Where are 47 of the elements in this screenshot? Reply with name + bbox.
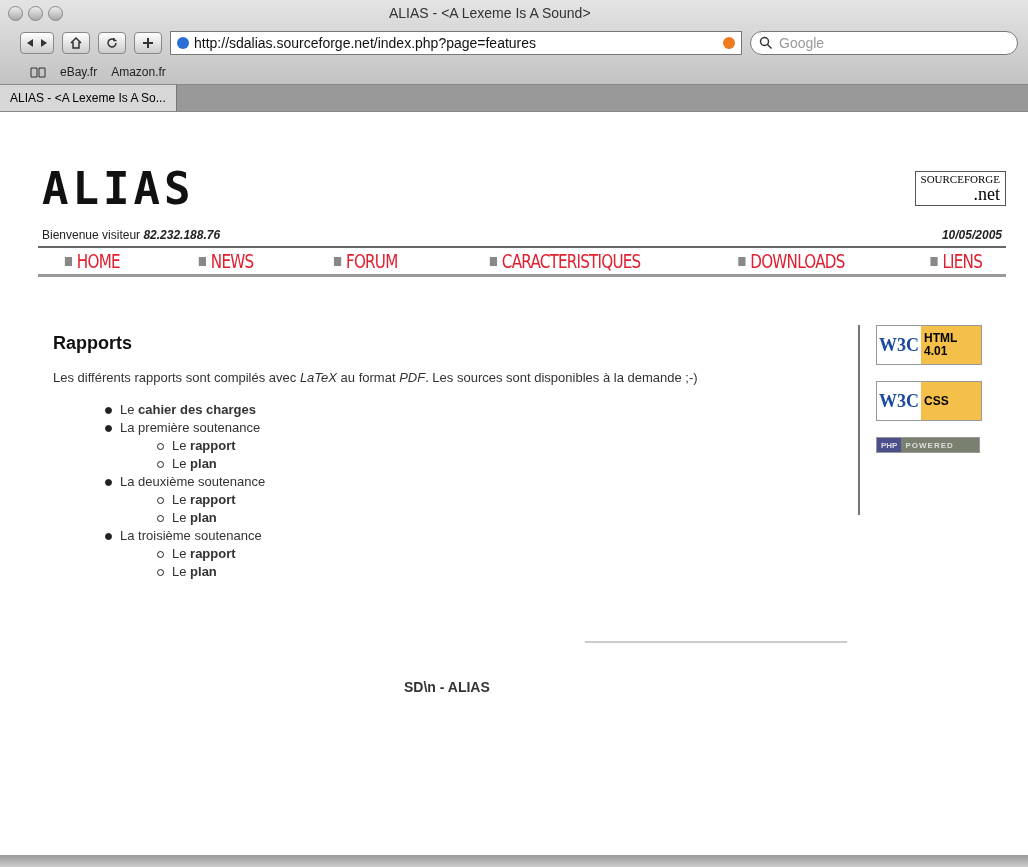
bullet-icon [105, 532, 112, 540]
list-item[interactable]: La deuxième soutenance [120, 473, 266, 491]
section-heading: Rapports [53, 333, 133, 354]
add-bookmark-button[interactable] [134, 32, 162, 54]
plus-icon [142, 37, 154, 49]
bullet-icon [105, 406, 112, 414]
browser-tab[interactable]: ALIAS - <A Lexeme Is A So... [0, 85, 177, 111]
zoom-button[interactable] [48, 5, 63, 21]
nav-link[interactable]: DOWNLOADS [738, 250, 845, 272]
date-text: 10/05/2005 [941, 228, 1002, 242]
nav-link[interactable]: HOME [64, 250, 120, 272]
bookmark-link[interactable]: Amazon.fr [111, 65, 166, 79]
reload-icon [106, 37, 118, 49]
footer-text: SD\n - ALIAS [404, 679, 491, 695]
nav-link[interactable]: NEWS [199, 250, 254, 272]
home-icon [70, 37, 82, 49]
welcome-text: Bienvenue visiteur 82.232.188.76 [42, 228, 221, 242]
list-item[interactable]: Le plan [172, 509, 217, 527]
list-item[interactable]: Le plan [172, 563, 217, 581]
validator-badge[interactable]: W3C CSS [876, 381, 982, 421]
address-field[interactable]: http://sdalias.sourceforge.net/index.php?page=features [170, 31, 742, 55]
minimize-button[interactable] [28, 5, 43, 21]
bookmark-link[interactable]: eBay.fr [60, 65, 98, 79]
php-badge[interactable]: PHP POWERED [876, 437, 980, 453]
intro-paragraph: Les différents rapports sont compilés avec LaTeX au format PDF. Les sources sont disponibles à la demande ;-) [53, 370, 699, 385]
window-title: ALIAS - <A Lexeme Is A Sound> [389, 5, 591, 21]
sourceforge-logo[interactable]: SOURCEFORGE .net [914, 171, 1006, 206]
site-logo: ALIAS [42, 163, 195, 214]
search-icon [759, 36, 773, 50]
list-item[interactable]: La première soutenance [120, 419, 261, 437]
reload-button[interactable] [98, 32, 126, 54]
back-forward-button[interactable] [20, 32, 54, 54]
bullet-icon [105, 424, 112, 432]
list-item[interactable]: Le rapport [172, 545, 236, 563]
nav-link[interactable]: LIENS [930, 250, 982, 272]
close-button[interactable] [8, 5, 23, 21]
nav-link[interactable]: CARACTERISTIQUES [489, 250, 641, 272]
nav-link[interactable]: FORUM [334, 250, 398, 272]
arrows-icon [25, 38, 49, 48]
home-button[interactable] [62, 32, 90, 54]
bullet-icon [105, 478, 112, 486]
list-item[interactable]: Le rapport [172, 491, 236, 509]
list-item[interactable]: La troisième soutenance [120, 527, 262, 545]
list-item[interactable]: Le rapport [172, 437, 236, 455]
list-item[interactable]: Le cahier des charges [120, 401, 256, 419]
list-item[interactable]: Le plan [172, 455, 217, 473]
bookmarks-icon[interactable] [30, 66, 46, 78]
